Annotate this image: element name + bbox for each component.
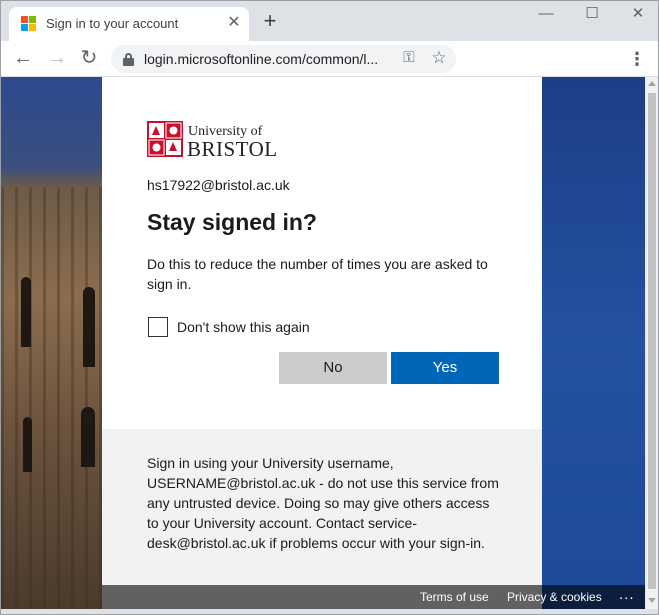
address-bar[interactable]: login.microsoftonline.com/common/l... ⚿ …: [111, 45, 456, 73]
yes-button[interactable]: Yes: [391, 352, 499, 384]
dont-show-again-checkbox[interactable]: [148, 317, 168, 337]
logo-text-bristol: BRISTOL: [187, 137, 278, 161]
notice-text: Sign in using your University username, …: [147, 455, 499, 551]
page-title: Stay signed in?: [147, 209, 317, 235]
account-email: hs17922@bristol.ac.uk: [147, 177, 290, 193]
privacy-cookies-link[interactable]: Privacy & cookies: [507, 590, 602, 604]
more-options-icon[interactable]: ...: [619, 586, 635, 603]
reload-icon[interactable]: ↻: [75, 45, 103, 73]
no-button[interactable]: No: [279, 352, 387, 384]
browser-toolbar: ← → ↻ login.microsoftonline.com/common/l…: [1, 41, 658, 77]
description-text: Do this to reduce the number of times yo…: [147, 256, 488, 292]
page-viewport: University of BRISTOL hs17922@bristol.ac…: [1, 77, 645, 609]
university-logo: University of BRISTOL: [147, 121, 278, 161]
close-window-icon[interactable]: ✕: [615, 3, 659, 27]
star-icon[interactable]: ☆: [429, 48, 449, 68]
menu-icon[interactable]: ⋮: [627, 45, 647, 73]
minimize-icon[interactable]: —: [523, 3, 569, 27]
signin-card: University of BRISTOL hs17922@bristol.ac…: [102, 77, 542, 429]
back-icon[interactable]: ←: [9, 45, 37, 73]
lock-icon[interactable]: [123, 53, 134, 66]
tab-strip: Sign in to your account ✕ + — ☐ ✕: [1, 1, 658, 41]
dont-show-again-label[interactable]: Don't show this again: [177, 319, 310, 335]
background-sky: [542, 77, 645, 609]
browser-tab[interactable]: Sign in to your account ✕: [9, 7, 249, 41]
scroll-up-icon[interactable]: [648, 81, 656, 86]
url-text[interactable]: login.microsoftonline.com/common/l...: [144, 51, 378, 67]
page-scrollbar[interactable]: [645, 77, 658, 609]
crest-icon: [147, 121, 183, 157]
forward-icon[interactable]: →: [43, 45, 71, 73]
scroll-thumb[interactable]: [648, 93, 656, 589]
signin-notice: Sign in using your University username, …: [102, 429, 542, 609]
background-photo: [1, 77, 102, 609]
tab-close-icon[interactable]: ✕: [225, 14, 243, 32]
key-icon[interactable]: ⚿: [399, 48, 419, 68]
terms-of-use-link[interactable]: Terms of use: [420, 590, 489, 604]
maximize-icon[interactable]: ☐: [569, 3, 615, 27]
scroll-down-icon[interactable]: [648, 598, 656, 603]
tab-title: Sign in to your account: [46, 16, 179, 31]
microsoft-logo-icon: [21, 16, 36, 31]
new-tab-icon[interactable]: +: [259, 10, 281, 33]
page-footer: Terms of use Privacy & cookies ...: [102, 585, 645, 609]
